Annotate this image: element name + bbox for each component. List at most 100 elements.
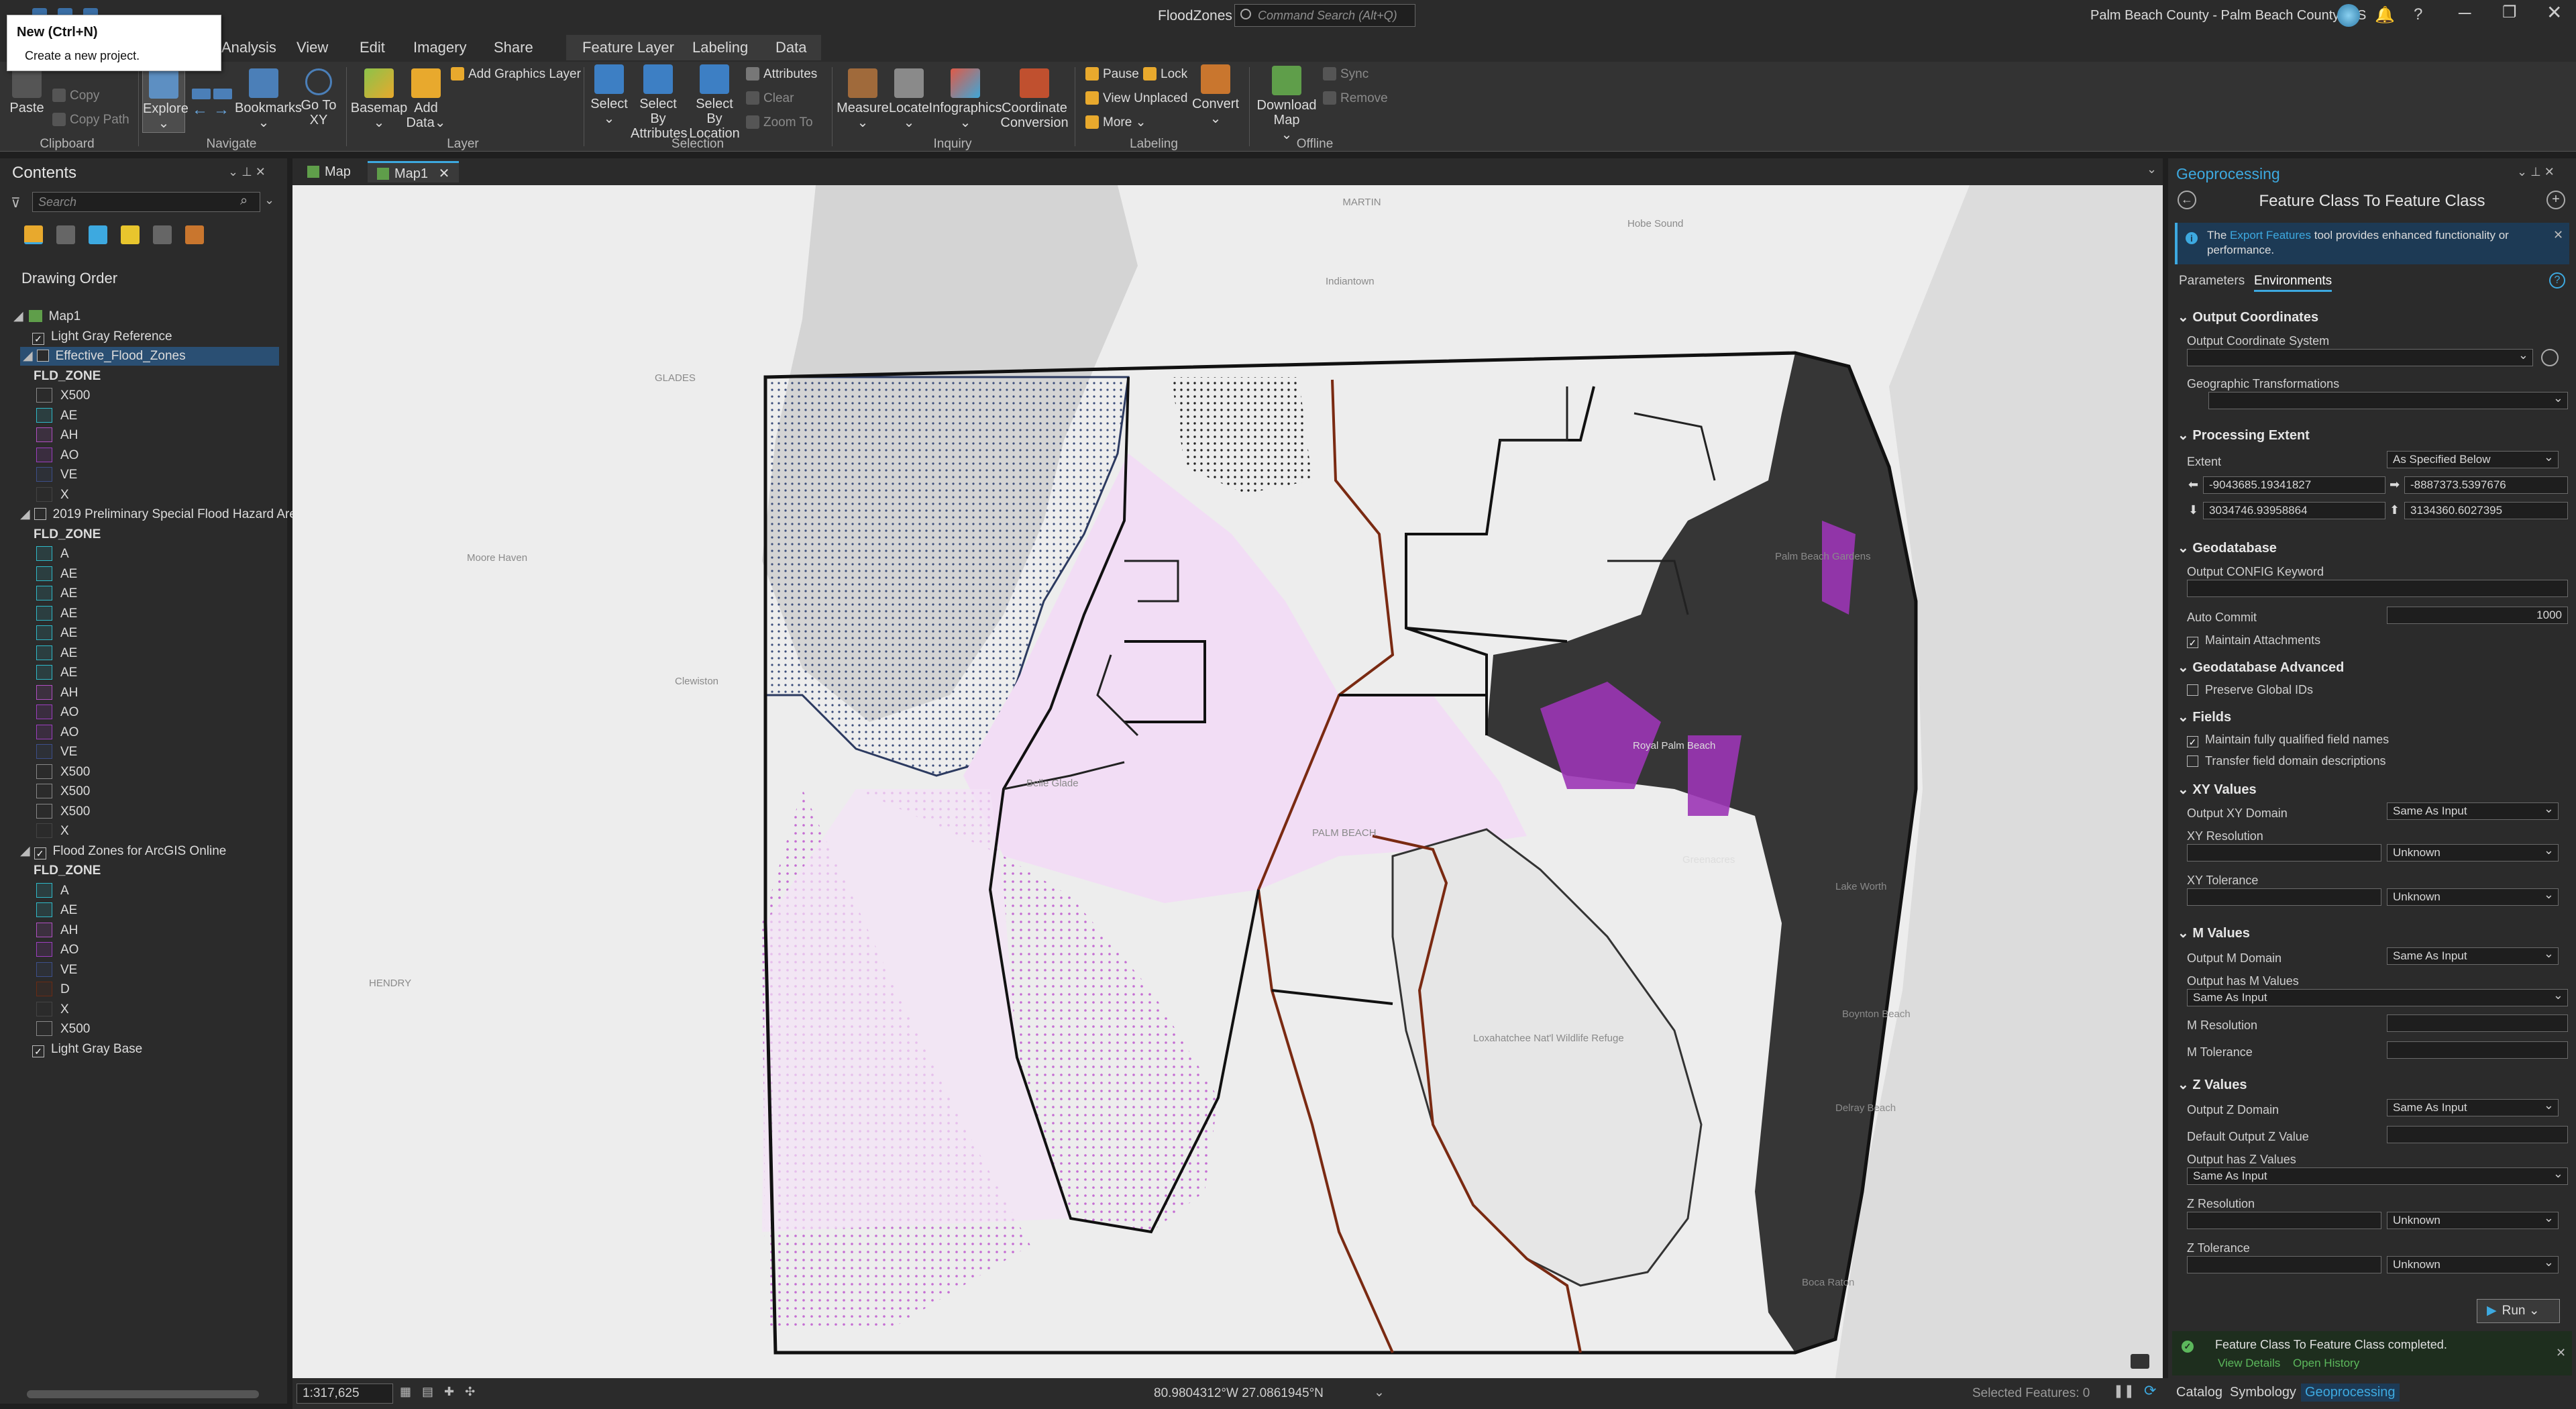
- z-domain-dropdown[interactable]: Same As Input: [2387, 1099, 2559, 1116]
- close-button[interactable]: ✕: [2546, 1, 2562, 23]
- measure-button[interactable]: Measure ⌄: [836, 68, 890, 130]
- symbol-swatch[interactable]: [36, 408, 52, 423]
- filter-icon[interactable]: ⊽: [11, 195, 21, 211]
- layer-visibility-checkbox[interactable]: ✓: [32, 333, 44, 345]
- symbol-swatch[interactable]: [36, 645, 52, 660]
- tab-data[interactable]: Data: [767, 36, 814, 59]
- tab-map[interactable]: Map: [298, 161, 360, 182]
- select-by-location-button[interactable]: Select By Location: [687, 64, 742, 141]
- z-tolerance-input[interactable]: [2187, 1256, 2381, 1273]
- m-domain-dropdown[interactable]: Same As Input: [2387, 947, 2559, 965]
- contents-scrollbar[interactable]: [27, 1390, 259, 1398]
- forward-icon[interactable]: →: [213, 102, 232, 129]
- section-fields[interactable]: ⌄ Fields: [2178, 709, 2231, 725]
- section-processing-extent[interactable]: ⌄ Processing Extent: [2178, 427, 2310, 443]
- lock-labels-button[interactable]: Lock: [1143, 67, 1187, 82]
- infographics-button[interactable]: Infographics ⌄: [928, 68, 1002, 130]
- basemap-button[interactable]: Basemap ⌄: [350, 68, 408, 130]
- close-message-icon[interactable]: ✕: [2556, 1346, 2566, 1360]
- tab-imagery[interactable]: Imagery: [405, 36, 474, 59]
- copy-button[interactable]: Copy: [52, 89, 99, 103]
- close-tab-icon[interactable]: ✕: [439, 166, 450, 181]
- contents-search-input[interactable]: Search: [32, 192, 260, 212]
- select-button[interactable]: Select ⌄: [588, 64, 631, 126]
- paste-button[interactable]: Paste: [8, 68, 46, 115]
- symbol-swatch[interactable]: [36, 625, 52, 640]
- add-graphics-layer-button[interactable]: Add Graphics Layer: [451, 67, 581, 82]
- refresh-icon[interactable]: ⟳: [2144, 1382, 2156, 1400]
- has-m-dropdown[interactable]: Same As Input: [2187, 989, 2568, 1006]
- pane-options-icon[interactable]: ⌄ ⊥ ✕: [228, 165, 266, 179]
- layer-visibility-checkbox[interactable]: ✓: [34, 847, 46, 859]
- xy-tolerance-unit-dropdown[interactable]: Unknown: [2387, 888, 2559, 906]
- layer-visibility-checkbox[interactable]: ✓: [32, 1045, 44, 1057]
- output-coordinate-system-dropdown[interactable]: [2187, 349, 2533, 366]
- symbol-swatch[interactable]: [36, 902, 52, 917]
- symbol-swatch[interactable]: [36, 704, 52, 719]
- tab-map1[interactable]: Map1 ✕: [368, 161, 460, 182]
- section-geodatabase-advanced[interactable]: ⌄ Geodatabase Advanced: [2178, 659, 2344, 676]
- z-resolution-unit-dropdown[interactable]: Unknown: [2387, 1212, 2559, 1229]
- export-features-link[interactable]: Export Features: [2230, 229, 2311, 242]
- tab-edit[interactable]: Edit: [352, 36, 393, 59]
- xy-resolution-input[interactable]: [2187, 844, 2381, 862]
- layer-item[interactable]: ✓ Light Gray Reference: [32, 327, 172, 346]
- section-m-values[interactable]: ⌄ M Values: [2178, 925, 2250, 941]
- symbol-swatch[interactable]: [36, 942, 52, 957]
- symbol-swatch[interactable]: [36, 982, 52, 996]
- symbol-swatch[interactable]: [36, 804, 52, 819]
- sync-button[interactable]: Sync: [1323, 67, 1368, 82]
- view-unplaced-button[interactable]: View Unplaced: [1085, 91, 1187, 106]
- section-output-coordinates[interactable]: ⌄ Output Coordinates: [2178, 309, 2318, 325]
- xy-resolution-unit-dropdown[interactable]: Unknown: [2387, 844, 2559, 862]
- symbol-swatch[interactable]: [36, 606, 52, 621]
- z-resolution-input[interactable]: [2187, 1212, 2381, 1229]
- help-icon[interactable]: ?: [2414, 5, 2422, 24]
- coordinate-format-icon[interactable]: ⌄: [1374, 1385, 1385, 1400]
- tab-labeling[interactable]: Labeling: [684, 36, 756, 59]
- symbol-swatch[interactable]: [36, 427, 52, 442]
- explore-button[interactable]: Explore ⌄: [142, 66, 189, 133]
- symbol-swatch[interactable]: [36, 823, 52, 838]
- expand-icon[interactable]: ◢: [20, 507, 30, 521]
- grid-icon[interactable]: ▦: [400, 1385, 411, 1399]
- zoom-to-selection-button[interactable]: Zoom To: [746, 115, 813, 130]
- map-canvas[interactable]: MARTIN Hobe Sound Indiantown GLADES Moor…: [292, 185, 2163, 1378]
- maintain-attachments-checkbox[interactable]: ✓ Maintain Attachments: [2187, 633, 2320, 648]
- layer-item[interactable]: ✓ Light Gray Base: [32, 1040, 142, 1059]
- locate-button[interactable]: Locate ⌄: [885, 68, 932, 130]
- run-button[interactable]: ▶ Run ⌄: [2477, 1299, 2560, 1323]
- xy-domain-dropdown[interactable]: Same As Input: [2387, 802, 2559, 820]
- pause-drawing-icon[interactable]: ❚❚: [2113, 1384, 2135, 1399]
- globe-icon[interactable]: [2541, 349, 2559, 366]
- symbol-swatch[interactable]: [36, 388, 52, 403]
- layer-visibility-checkbox[interactable]: [34, 508, 46, 520]
- section-geodatabase[interactable]: ⌄ Geodatabase: [2178, 539, 2277, 556]
- add-icon[interactable]: +: [2546, 191, 2565, 209]
- xy-tolerance-input[interactable]: [2187, 888, 2381, 906]
- auto-commit-input[interactable]: 1000: [2387, 607, 2568, 624]
- z-tolerance-unit-dropdown[interactable]: Unknown: [2387, 1256, 2559, 1273]
- layer-item[interactable]: ◢ 2019 Preliminary Special Flood Hazard A…: [20, 505, 303, 524]
- map-view[interactable]: MARTIN Hobe Sound Indiantown GLADES Moor…: [292, 185, 2163, 1378]
- expand-icon[interactable]: ◢: [13, 309, 23, 323]
- restore-button[interactable]: ❐: [2502, 3, 2517, 22]
- qualified-field-names-checkbox[interactable]: ✓ Maintain fully qualified field names: [2187, 733, 2389, 747]
- symbol-swatch[interactable]: [36, 962, 52, 977]
- symbol-swatch[interactable]: [36, 448, 52, 462]
- extent-dropdown[interactable]: As Specified Below: [2387, 451, 2559, 468]
- tab-parameters[interactable]: Parameters: [2179, 274, 2245, 289]
- convert-labels-button[interactable]: Convert ⌄: [1190, 64, 1241, 126]
- bookmarks-button[interactable]: Bookmarks ⌄: [235, 68, 302, 130]
- portal-name[interactable]: Palm Beach County - Palm Beach County GI…: [2090, 8, 2366, 23]
- symbol-swatch[interactable]: [36, 764, 52, 779]
- full-extent-icon[interactable]: [192, 89, 211, 99]
- map-scale-dropdown[interactable]: 1:317,625: [297, 1384, 393, 1404]
- symbol-swatch[interactable]: [36, 1002, 52, 1016]
- back-icon[interactable]: ←: [192, 102, 211, 129]
- symbol-swatch[interactable]: [36, 883, 52, 898]
- tab-environments[interactable]: Environments: [2254, 274, 2332, 292]
- list-by-source-icon[interactable]: [56, 225, 75, 244]
- extent-left-input[interactable]: -9043685.19341827: [2203, 476, 2385, 494]
- symbol-swatch[interactable]: [36, 725, 52, 739]
